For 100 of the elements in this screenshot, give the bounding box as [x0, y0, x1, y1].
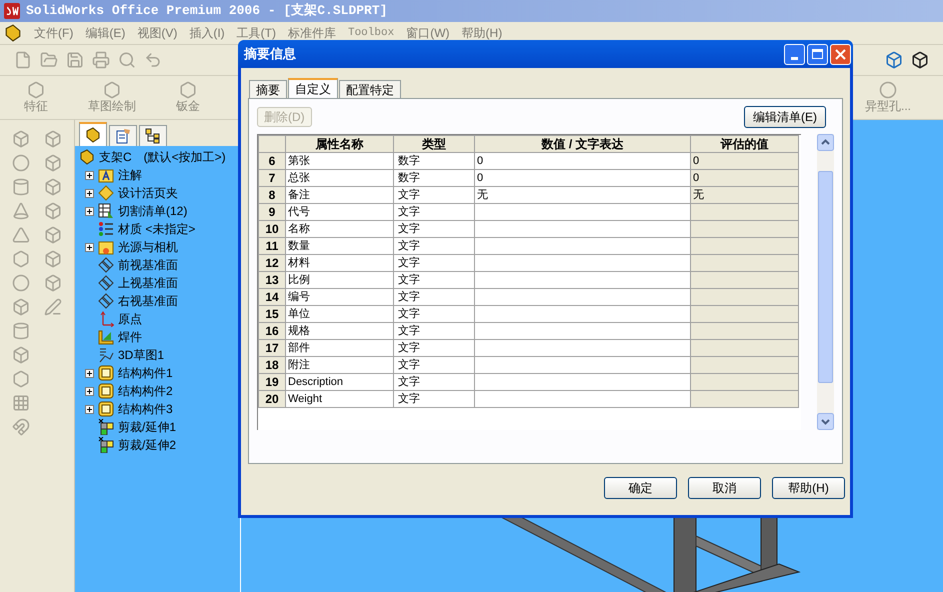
shape-tool-icon[interactable] — [12, 322, 30, 340]
table-cell[interactable]: 材料 — [286, 254, 394, 272]
menu-item[interactable]: 帮助(H) — [462, 24, 502, 42]
tree-item[interactable]: 切割清单(12) — [118, 202, 188, 220]
shape-tool-icon[interactable] — [12, 346, 30, 364]
tree-item[interactable]: 注解 — [118, 166, 142, 184]
table-cell[interactable] — [474, 306, 690, 322]
table-cell[interactable]: 文字 — [394, 186, 474, 204]
row-number[interactable]: 10 — [258, 220, 286, 238]
table-cell[interactable]: 数字 — [394, 152, 474, 170]
pencil-icon[interactable] — [44, 298, 62, 316]
table-cell[interactable]: Description — [286, 374, 394, 390]
table-cell[interactable] — [474, 340, 690, 356]
tree-item[interactable]: 支架C — [99, 148, 132, 166]
menu-item[interactable]: 视图(V) — [137, 24, 178, 42]
table-cell[interactable]: 0 — [474, 170, 690, 186]
table-cell[interactable] — [474, 374, 690, 390]
table-cell[interactable] — [474, 356, 690, 374]
tree-item[interactable]: 设计活页夹 — [118, 184, 178, 202]
scrollbar[interactable] — [817, 134, 834, 430]
dialog-tab[interactable]: 自定义 — [288, 78, 338, 98]
row-number[interactable]: 9 — [258, 204, 286, 220]
tree-item[interactable]: 右视基准面 — [118, 292, 178, 310]
dialog-tab[interactable]: 配置特定 — [339, 80, 401, 98]
shape-tool-icon[interactable] — [12, 418, 30, 436]
tree-item[interactable]: 焊件 — [118, 328, 142, 346]
shape-tool-icon[interactable] — [12, 250, 30, 268]
column-header[interactable]: 类型 — [394, 136, 474, 152]
table-cell[interactable]: 文字 — [394, 390, 474, 408]
table-cell[interactable]: 第张 — [286, 152, 394, 170]
table-cell[interactable]: 单位 — [286, 306, 394, 322]
edit-list-button[interactable]: 编辑清单(E) — [744, 106, 826, 128]
table-cell[interactable] — [474, 322, 690, 340]
row-number[interactable]: 15 — [258, 306, 286, 322]
expand-icon[interactable] — [85, 386, 94, 396]
table-cell[interactable]: 文字 — [394, 238, 474, 254]
scroll-thumb[interactable] — [818, 171, 833, 383]
search-icon[interactable] — [118, 51, 136, 69]
table-cell[interactable]: 数字 — [394, 170, 474, 186]
table-cell[interactable] — [474, 204, 690, 220]
table-cell[interactable]: 0 — [474, 152, 690, 170]
row-number[interactable]: 13 — [258, 272, 286, 288]
scroll-down-icon[interactable] — [817, 413, 834, 430]
table-cell[interactable]: 规格 — [286, 322, 394, 340]
table-cell[interactable] — [474, 254, 690, 272]
table-cell[interactable]: 代号 — [286, 204, 394, 220]
table-cell[interactable]: 无 — [474, 186, 690, 204]
dialog-button[interactable]: 帮助(H) — [772, 477, 845, 499]
expand-icon[interactable] — [85, 404, 94, 414]
tree-item[interactable]: 3D草图1 — [118, 346, 164, 364]
table-cell[interactable]: 文字 — [394, 272, 474, 288]
file-icon[interactable] — [14, 51, 32, 69]
row-number[interactable]: 19 — [258, 374, 286, 390]
table-cell[interactable] — [474, 238, 690, 254]
minimize-button[interactable] — [784, 44, 805, 64]
menu-item[interactable]: 标准件库 — [288, 24, 336, 42]
expand-icon[interactable] — [85, 170, 94, 180]
row-number[interactable]: 12 — [258, 254, 286, 272]
tree-item[interactable]: 光源与相机 — [118, 238, 178, 256]
expand-icon[interactable] — [85, 188, 94, 198]
undo-icon[interactable] — [144, 51, 162, 69]
cube-icon[interactable] — [911, 51, 929, 69]
save-icon[interactable] — [66, 51, 84, 69]
table-cell[interactable]: 总张 — [286, 170, 394, 186]
shape-tool-icon[interactable] — [12, 394, 30, 412]
dialog-tab[interactable]: 摘要 — [249, 80, 287, 98]
table-cell[interactable] — [474, 390, 690, 408]
row-number[interactable]: 7 — [258, 170, 286, 186]
expand-icon[interactable] — [85, 206, 94, 216]
table-cell[interactable]: 文字 — [394, 220, 474, 238]
table-cell[interactable]: 文字 — [394, 356, 474, 374]
close-button[interactable] — [830, 44, 851, 64]
row-number[interactable]: 17 — [258, 340, 286, 356]
table-cell[interactable] — [474, 272, 690, 288]
row-number[interactable]: 6 — [258, 152, 286, 170]
column-header[interactable]: 评估的值 — [690, 136, 798, 152]
row-number[interactable]: 14 — [258, 288, 286, 306]
table-cell[interactable] — [474, 220, 690, 238]
dialog-button[interactable]: 确定 — [604, 477, 677, 499]
table-cell[interactable] — [474, 288, 690, 306]
table-cell[interactable]: 文字 — [394, 204, 474, 220]
printer-icon[interactable] — [92, 51, 110, 69]
shape-tool-icon[interactable] — [12, 130, 30, 148]
tree-item[interactable]: 结构构件1 — [118, 364, 173, 382]
expand-icon[interactable] — [85, 242, 94, 252]
pane-tab[interactable] — [79, 122, 107, 146]
pane-tab[interactable] — [139, 125, 167, 146]
menu-item[interactable]: 窗口(W) — [406, 24, 450, 42]
table-cell[interactable]: 附注 — [286, 356, 394, 374]
table-cell[interactable]: 比例 — [286, 272, 394, 288]
shape-tool-icon[interactable] — [12, 154, 30, 172]
tree-item[interactable]: 原点 — [118, 310, 142, 328]
shape-tool-icon[interactable] — [12, 274, 30, 292]
table-cell[interactable]: 文字 — [394, 322, 474, 340]
table-cell[interactable]: 名称 — [286, 220, 394, 238]
scroll-up-icon[interactable] — [817, 134, 834, 151]
menu-item[interactable]: 插入(I) — [189, 24, 225, 42]
tree-item[interactable]: 剪裁/延伸1 — [118, 418, 176, 436]
shape-tool-icon[interactable] — [12, 202, 30, 220]
menu-item[interactable]: 文件(F) — [34, 24, 74, 42]
